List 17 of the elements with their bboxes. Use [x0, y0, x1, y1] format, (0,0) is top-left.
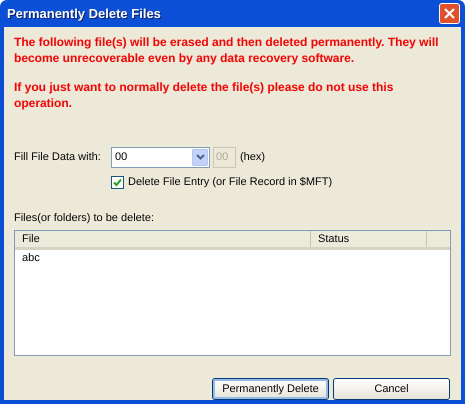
hex-unit-label: (hex): [240, 150, 266, 165]
warning-text: The following file(s) will be erased and then deleted permanently. They will become unrecoverable even by any data recovery software.: [14, 34, 440, 66]
cancel-button[interactable]: Cancel: [333, 378, 450, 400]
close-icon: [444, 8, 455, 19]
warning-text: If you just want to normally delete the file(s) please do not use this operation.: [14, 79, 394, 111]
delete-entry-checkbox[interactable]: [111, 176, 124, 189]
window-title: Permanently Delete Files: [7, 4, 161, 23]
column-header[interactable]: Status: [311, 231, 427, 247]
delete-entry-label: Delete File Entry (or File Record in $MFT): [128, 175, 332, 190]
fill-data-label: Fill File Data with:: [14, 150, 102, 165]
permanently-delete-button[interactable]: Permanently Delete: [212, 378, 329, 400]
close-button[interactable]: [439, 3, 460, 24]
caret-icon: [192, 148, 208, 166]
fill-value-dropdown[interactable]: 00: [111, 146, 210, 168]
files-list-label: Files(or folders) to be delete:: [14, 210, 156, 226]
table-cell-text: abc: [21, 251, 41, 266]
column-header[interactable]: File: [15, 231, 311, 247]
